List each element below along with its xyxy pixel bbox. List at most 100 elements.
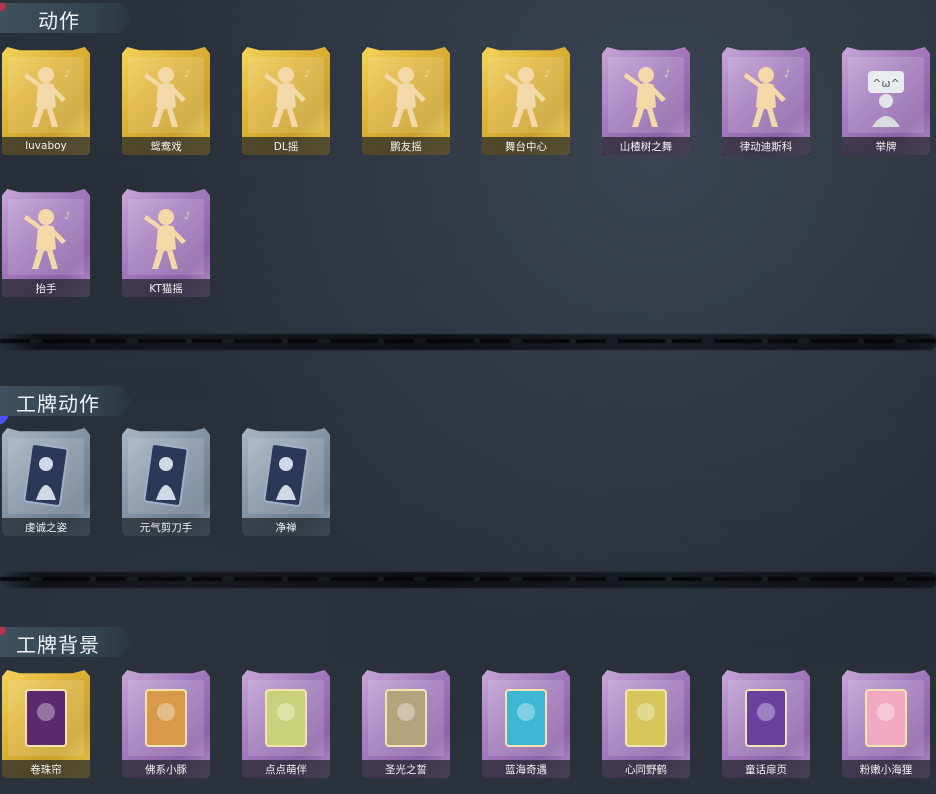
card-label-bar: 虔诚之姿 [2,518,90,536]
item-card[interactable]: 卷珠帘 [0,670,92,780]
section-divider [0,572,936,588]
item-card[interactable]: 童话扉页 [720,670,812,780]
item-card[interactable]: ♪ DL摇 [240,47,332,157]
badge-background-icon [374,684,438,752]
svg-text:♪: ♪ [664,69,670,80]
badge-background-icon [734,684,798,752]
item-card[interactable]: 蓝海奇遇 [480,670,572,780]
card-label-bar: 举牌 [842,137,930,155]
item-card[interactable]: 虔诚之姿 [0,428,92,538]
card-label: 山楂树之舞 [619,140,673,153]
item-card[interactable]: 粉嫩小海狸 [840,670,932,780]
card-label: DL摇 [273,140,299,153]
svg-text:♪: ♪ [304,69,310,80]
card-label: 卷珠帘 [30,763,62,776]
item-card[interactable]: ♪ 律动迪斯科 [720,47,812,157]
item-card[interactable]: 佛系小豚 [120,670,212,780]
card-label: 心同野鹤 [625,763,667,776]
svg-text:♪: ♪ [784,69,790,80]
card-label: 举牌 [875,140,897,153]
item-card[interactable]: ^ω^ 举牌 [840,47,932,157]
card-label: luvaboy [25,140,67,152]
badge-background-icon [254,684,318,752]
card-label: 点点萌伴 [265,763,307,776]
card-label-bar: luvaboy [2,137,90,155]
card-label-bar: 律动迪斯科 [722,137,810,155]
card-label-bar: 圣光之誓 [362,760,450,778]
card-label: 净禅 [275,521,297,534]
card-label-bar: 鸳鸯戏 [122,137,210,155]
dance-pose-icon: ♪ [134,61,198,129]
card-label-bar: KT猫摇 [122,279,210,297]
section-header-badge-backgrounds: 工牌背景 [0,627,132,657]
card-label-bar: 净禅 [242,518,330,536]
card-label: 虔诚之姿 [25,521,67,534]
raise-hand-icon: ♪ [14,203,78,271]
notification-dot [0,3,6,11]
svg-text:♪: ♪ [64,211,70,222]
svg-text:♪: ♪ [184,69,190,80]
card-label: 圣光之誓 [385,763,427,776]
item-card[interactable]: ♪ 舞台中心 [480,47,572,157]
card-label: 元气剪刀手 [139,521,193,534]
item-card[interactable]: ♪ 山楂树之舞 [600,47,692,157]
item-card[interactable]: 心同野鹤 [600,670,692,780]
badge-background-icon [854,684,918,752]
item-card[interactable]: ♪ 抬手 [0,189,92,299]
badge-background-icon [14,684,78,752]
card-label-bar: 鹏友摇 [362,137,450,155]
card-label: 童话扉页 [745,763,787,776]
card-label-bar: 山楂树之舞 [602,137,690,155]
badge-background-icon [614,684,678,752]
dance-pose-icon: ♪ [734,61,798,129]
card-label: 粉嫩小海狸 [859,763,913,776]
card-label-bar: 元气剪刀手 [122,518,210,536]
section-title: 工牌动作 [16,392,100,416]
card-label: 律动迪斯科 [739,140,793,153]
item-card[interactable]: ♪ KT猫摇 [120,189,212,299]
item-card[interactable]: ♪ 鸳鸯戏 [120,47,212,157]
dance-pose-icon: ♪ [254,61,318,129]
section-title: 动作 [38,9,80,33]
dance-pose-icon: ♪ [494,61,558,129]
badge-background-icon [494,684,558,752]
section-divider [0,334,936,350]
svg-text:^ω^: ^ω^ [872,77,900,90]
card-label: 蓝海奇遇 [505,763,547,776]
card-label-bar: 童话扉页 [722,760,810,778]
dance-pose-icon: ♪ [614,61,678,129]
svg-text:♪: ♪ [64,69,70,80]
item-card[interactable]: 净禅 [240,428,332,538]
svg-text:♪: ♪ [424,69,430,80]
card-label: KT猫摇 [149,282,183,295]
badge-pose-icon [14,442,78,510]
sign-holding-icon: ^ω^ [854,61,918,129]
section-title: 工牌背景 [16,633,100,657]
item-card[interactable]: ♪ 鹏友摇 [360,47,452,157]
card-label-bar: 蓝海奇遇 [482,760,570,778]
badge-pose-icon [134,442,198,510]
section-header-actions: 动作 [0,3,132,33]
card-label-bar: 点点萌伴 [242,760,330,778]
badge-background-icon [134,684,198,752]
item-card[interactable]: 圣光之誓 [360,670,452,780]
card-label-bar: 粉嫩小海狸 [842,760,930,778]
item-card[interactable]: 元气剪刀手 [120,428,212,538]
card-label: 舞台中心 [505,140,547,153]
dance-pose-icon: ♪ [14,61,78,129]
card-label-bar: 舞台中心 [482,137,570,155]
item-card[interactable]: 点点萌伴 [240,670,332,780]
item-card[interactable]: ♪ luvaboy [0,47,92,157]
section-header-badge-actions: 工牌动作 [0,386,132,416]
svg-text:♪: ♪ [184,211,190,222]
card-label-bar: 佛系小豚 [122,760,210,778]
card-label: 佛系小豚 [145,763,187,776]
card-label-bar: DL摇 [242,137,330,155]
notification-dot [0,627,6,635]
card-label-bar: 心同野鹤 [602,760,690,778]
badge-pose-icon [254,442,318,510]
svg-text:♪: ♪ [544,69,550,80]
card-label-bar: 卷珠帘 [2,760,90,778]
card-label: 抬手 [35,282,57,295]
card-label: 鹏友摇 [390,140,422,153]
